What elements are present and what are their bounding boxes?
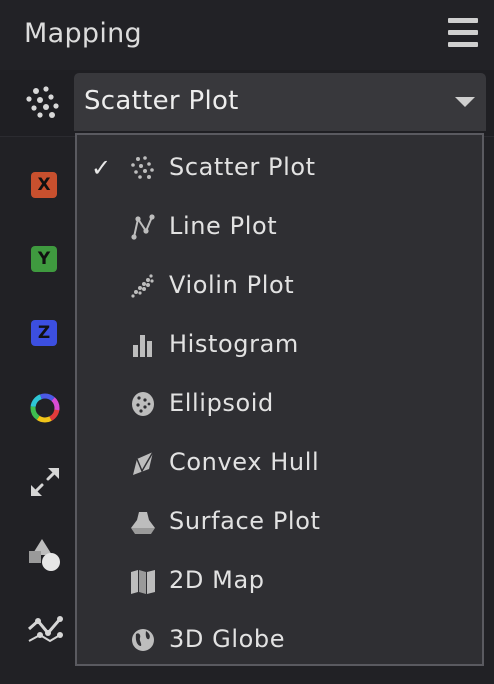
- globe-icon: [132, 629, 154, 651]
- dropdown-item-surface-plot[interactable]: Surface Plot: [77, 492, 482, 551]
- resize-arrows-icon[interactable]: [26, 463, 64, 501]
- dropdown-item-line-plot[interactable]: Line Plot: [77, 197, 482, 256]
- x-axis-icon[interactable]: X: [26, 167, 64, 205]
- dropdown-item-2d-map[interactable]: 2D Map: [77, 551, 482, 610]
- panel-header: Mapping: [0, 0, 494, 70]
- plot-type-selected-label: Scatter Plot: [84, 86, 239, 116]
- item-label: Ellipsoid: [169, 389, 274, 417]
- scatter-plot-icon: [131, 156, 154, 179]
- dropdown-item-convex-hull[interactable]: Convex Hull: [77, 433, 482, 492]
- z-axis-icon[interactable]: Z: [26, 315, 64, 353]
- check-icon: ✓: [91, 154, 112, 182]
- surface-plot-icon: [131, 512, 155, 534]
- item-label: Histogram: [169, 330, 299, 358]
- item-label: Surface Plot: [169, 507, 321, 535]
- line-chart-icon[interactable]: [26, 611, 64, 649]
- y-axis-icon[interactable]: Y: [26, 241, 64, 279]
- item-label: 3D Globe: [169, 625, 286, 653]
- item-label: Scatter Plot: [169, 153, 316, 181]
- histogram-icon: [133, 335, 152, 357]
- shapes-icon[interactable]: [26, 537, 64, 575]
- hamburger-menu-icon[interactable]: [446, 17, 480, 49]
- map-icon: [131, 570, 155, 594]
- item-label: Convex Hull: [169, 448, 320, 476]
- ellipsoid-icon: [132, 392, 154, 416]
- item-label: 2D Map: [169, 566, 265, 594]
- plot-type-select[interactable]: Scatter Plot: [74, 73, 486, 131]
- dropdown-item-ellipsoid[interactable]: Ellipsoid: [77, 374, 482, 433]
- plot-type-dropdown: ✓ Scatter Plot Line Plot Violin Plot His…: [75, 133, 484, 666]
- item-label: Violin Plot: [169, 271, 295, 299]
- dropdown-item-violin-plot[interactable]: Violin Plot: [77, 256, 482, 315]
- caret-down-icon[interactable]: [455, 97, 475, 107]
- color-wheel-icon[interactable]: [26, 389, 64, 427]
- violin-plot-icon: [131, 274, 154, 298]
- item-label: Line Plot: [169, 212, 278, 240]
- line-plot-icon: [131, 214, 155, 240]
- y-badge: Y: [31, 246, 57, 272]
- dropdown-item-scatter-plot[interactable]: ✓ Scatter Plot: [77, 138, 482, 197]
- scatter-plot-icon: [26, 86, 59, 118]
- x-badge: X: [31, 172, 57, 198]
- mapping-panel: Mapping Scatter Plot X Y Z ✓ Scatter Plo…: [0, 0, 494, 684]
- z-badge: Z: [31, 320, 57, 346]
- dropdown-item-3d-globe[interactable]: 3D Globe: [77, 610, 482, 669]
- convex-hull-icon: [133, 451, 154, 475]
- dropdown-item-histogram[interactable]: Histogram: [77, 315, 482, 374]
- panel-title: Mapping: [24, 18, 142, 49]
